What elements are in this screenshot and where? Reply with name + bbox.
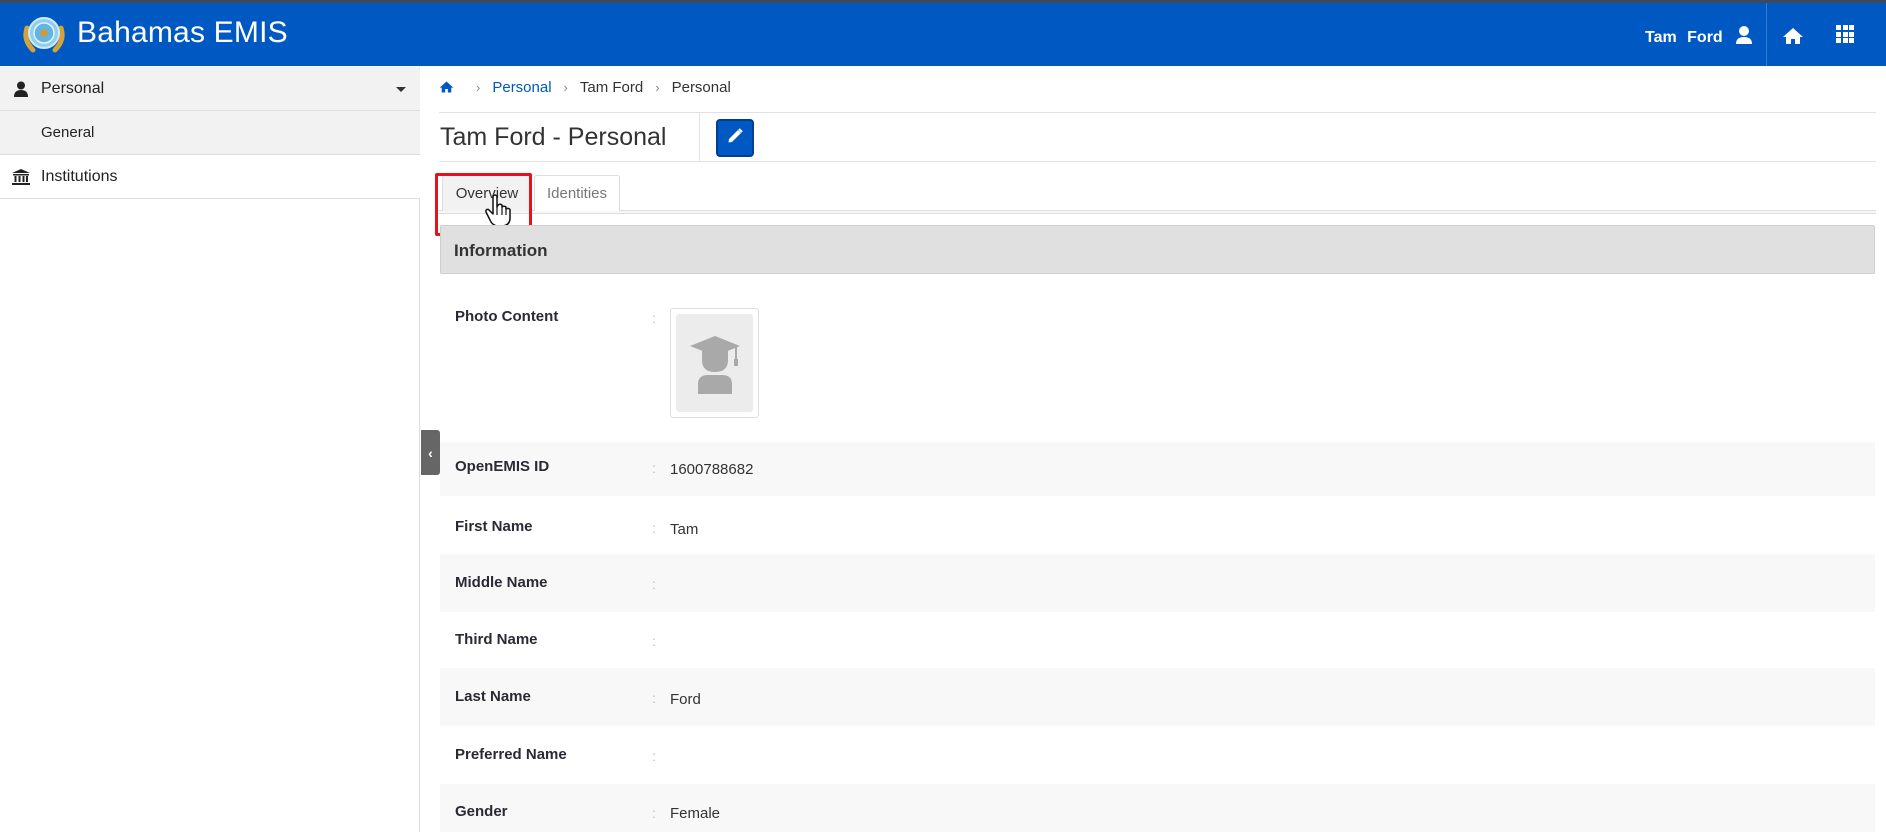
field-separator: : (652, 633, 656, 649)
sidebar-item-label: General (41, 124, 95, 141)
default-student-avatar-icon (676, 314, 753, 412)
institution-icon (11, 167, 31, 187)
field-label: Middle Name (455, 574, 548, 591)
breadcrumb-separator: › (655, 79, 660, 95)
photo-frame (670, 308, 759, 418)
section-header-information: Information (440, 225, 1875, 274)
field-separator: : (652, 805, 656, 821)
sidebar-collapse-toggle[interactable]: ‹ (421, 430, 440, 475)
tab-identities[interactable]: Identities (534, 175, 620, 211)
breadcrumb-current: Personal (671, 78, 731, 96)
user-icon (11, 79, 31, 99)
page-title: Tam Ford - Personal (440, 123, 667, 151)
field-row-first-name: First Name : Tam (440, 496, 1875, 554)
field-separator: : (652, 748, 656, 764)
pencil-icon (727, 127, 743, 149)
sidebar-item-institutions[interactable]: Institutions (0, 155, 420, 199)
field-row-gender: Gender : Female (440, 784, 1875, 832)
caret-down-icon (396, 87, 406, 92)
app-title[interactable]: Bahamas EMIS (77, 16, 288, 50)
sidebar: Personal General Institutions (0, 66, 420, 832)
user-name[interactable]: Tam Ford (1645, 29, 1723, 47)
sidebar-item-personal[interactable]: Personal (0, 67, 420, 111)
tab-bar-underline (439, 210, 1876, 214)
field-row-openemis-id: OpenEMIS ID : 1600788682 (440, 442, 1875, 496)
edit-button[interactable] (716, 119, 754, 157)
sidebar-item-label: Personal (41, 79, 105, 97)
field-separator: : (652, 310, 656, 326)
field-label: OpenEMIS ID (455, 458, 550, 475)
field-value: Female (670, 805, 721, 822)
field-label: Photo Content (455, 308, 559, 325)
header-divider (1766, 3, 1767, 66)
tab-overview[interactable]: Overview (442, 175, 532, 211)
field-row-last-name: Last Name : Ford (440, 668, 1875, 726)
field-row-photo: Photo Content : (440, 290, 1875, 440)
field-separator: : (652, 576, 656, 592)
section-title: Information (454, 241, 548, 260)
breadcrumb-separator: › (476, 79, 481, 95)
field-label: Preferred Name (455, 746, 567, 763)
field-value: Ford (670, 691, 701, 708)
field-separator: : (652, 520, 656, 536)
title-divider (699, 113, 700, 161)
sidebar-item-general[interactable]: General (0, 111, 420, 155)
breadcrumb-person: Tam Ford (579, 78, 644, 96)
breadcrumb-separator: › (563, 79, 568, 95)
field-row-middle-name: Middle Name : (440, 554, 1875, 612)
field-label: Third Name (455, 631, 538, 648)
breadcrumb-personal-link[interactable]: Personal (492, 79, 551, 96)
field-value: Tam (670, 521, 699, 538)
logo-emblem-icon[interactable] (19, 14, 69, 54)
field-separator: : (652, 690, 656, 706)
field-label: Last Name (455, 688, 531, 705)
field-label: Gender (455, 803, 508, 820)
page-title-bar: Tam Ford - Personal (439, 112, 1876, 162)
field-separator: : (652, 460, 656, 476)
field-value: 1600788682 (670, 461, 754, 478)
chevron-left-icon: ‹ (428, 444, 433, 461)
breadcrumb: › Personal › Tam Ford › Personal (439, 77, 731, 97)
field-label: First Name (455, 518, 533, 535)
top-navbar: Bahamas EMIS Tam Ford (0, 3, 1886, 66)
home-icon[interactable] (1782, 27, 1804, 45)
field-row-third-name: Third Name : (440, 612, 1875, 668)
user-icon[interactable] (1735, 25, 1753, 45)
sidebar-item-label: Institutions (41, 167, 118, 185)
field-row-preferred-name: Preferred Name : (440, 726, 1875, 784)
home-icon[interactable] (439, 80, 454, 94)
apps-grid-icon[interactable] (1836, 25, 1854, 43)
tab-bar: Overview Identities (439, 175, 1876, 215)
